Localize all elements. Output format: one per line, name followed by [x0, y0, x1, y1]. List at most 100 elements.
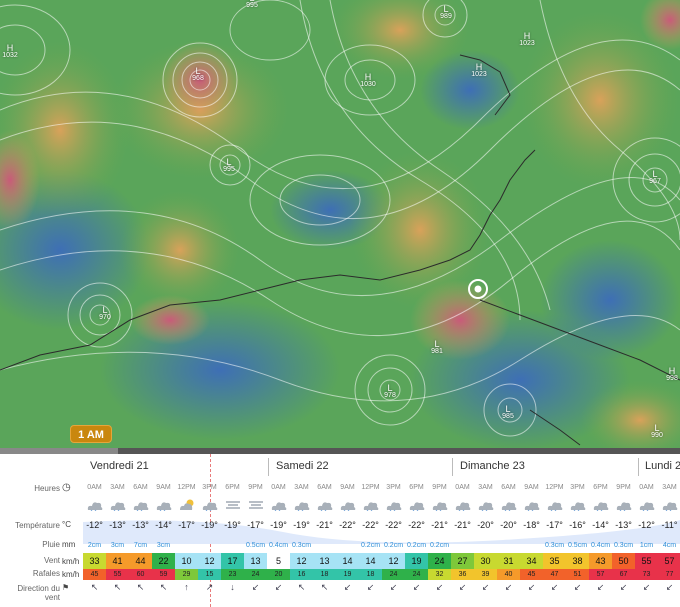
gust-cell: 24 [405, 569, 428, 580]
gusts-label: Rafales [32, 569, 60, 578]
wind-cell: 30 [474, 553, 497, 569]
wind-direction-cell: ↑ [184, 582, 189, 592]
wind-direction-cell: ↖ [90, 582, 99, 592]
temperature-row: -12° -13° -13° -14° -17° -19° -19° -17° -19° -19°… [83, 520, 680, 534]
gust-cell: 67 [612, 569, 635, 580]
wind-direction-cell: ↙ [251, 582, 260, 592]
gusts-unit: km/h [62, 570, 80, 579]
wind-cell: 17 [221, 553, 244, 569]
gust-cell: 23 [221, 569, 244, 580]
cloud-icon [543, 496, 566, 514]
wind-direction-row: ↖ ↖ ↖ ↖ ↑ ↗ ↓ ↙ ↙ ↖ ↖ ↙ ↙ ↙ ↙ ↙ ↙ ↙ ↙ ↙ ↙ ↙ ↙ ↙ ↙ ↙ [83, 582, 680, 596]
wind-direction-cell: ↙ [573, 582, 582, 592]
gust-cell: 15 [198, 569, 221, 580]
temperature-cell: -22° [362, 520, 379, 530]
temperature-cell: -14° [592, 520, 609, 530]
temperature-cell: -13° [132, 520, 149, 530]
pressure-system-label: L 970 [99, 305, 111, 322]
cloud-icon [359, 496, 382, 514]
sun-cloud-icon [175, 496, 198, 514]
wind-cell: 13 [313, 553, 336, 569]
wind-direction-cell: ↖ [159, 582, 168, 592]
cloud-icon [382, 496, 405, 514]
temperature-cell: -22° [408, 520, 425, 530]
cloud-icon [106, 496, 129, 514]
wind-cell: 35 [543, 553, 566, 569]
clock-icon: ◷ [62, 482, 71, 493]
temperature-cell: -21° [431, 520, 448, 530]
gust-cell: 18 [313, 569, 336, 580]
wind-unit: km/h [62, 557, 80, 566]
weather-icons-row [83, 496, 680, 511]
cloud-icon [129, 496, 152, 514]
wind-direction-cell: ↖ [113, 582, 122, 592]
gust-cell: 18 [359, 569, 382, 580]
temperature-unit: °C [62, 520, 71, 529]
gust-cell: 40 [497, 569, 520, 580]
wind-cell: 12 [290, 553, 313, 569]
pressure-system-label: L 990 [651, 423, 663, 440]
pressure-system-label: L 978 [384, 383, 396, 400]
wind-cell: 10 [175, 553, 198, 569]
gust-cell: 45 [83, 569, 106, 580]
temperature-cell: -21° [316, 520, 333, 530]
gust-cell: 45 [520, 569, 543, 580]
gust-cell: 36 [451, 569, 474, 580]
wind-direction-cell: ↙ [665, 582, 674, 592]
wind-cell: 31 [497, 553, 520, 569]
temperature-cell: -22° [385, 520, 402, 530]
wind-cell: 24 [428, 553, 451, 569]
rain-unit: mm [62, 540, 76, 549]
temperature-cell: -13° [615, 520, 632, 530]
wind-cell: 43 [589, 553, 612, 569]
wind-cell: 14 [359, 553, 382, 569]
cloud-icon [497, 496, 520, 514]
wind-cell: 12 [382, 553, 405, 569]
cloud-icon [658, 496, 680, 514]
pressure-system-label: L 985 [502, 404, 514, 421]
gusts-row: 45 55 60 59 29 15 23 24 20 16 18 19 18 24 24 32 36 39 40 45… [83, 569, 680, 583]
gust-cell: 19 [336, 569, 359, 580]
temperature-cell: -16° [569, 520, 586, 530]
temperature-cell: -19° [201, 520, 218, 530]
wind-cell: 33 [83, 553, 106, 569]
gust-cell: 47 [543, 569, 566, 580]
cloud-icon [405, 496, 428, 514]
temperature-cell: -12° [638, 520, 655, 530]
forecast-table: Vendredi 21 Samedi 22 Dimanche 23 Lundi … [0, 454, 680, 607]
wind-direction-cell: ↖ [320, 582, 329, 592]
wind-direction-cell: ↙ [274, 582, 283, 592]
gust-cell: 59 [152, 569, 175, 580]
wind-direction-cell: ↗ [205, 582, 214, 592]
temperature-cell: -20° [500, 520, 517, 530]
rain-label: Pluie [42, 540, 60, 549]
gust-cell: 39 [474, 569, 497, 580]
cloud-icon [451, 496, 474, 514]
gust-cell: 20 [267, 569, 290, 580]
temperature-cell: -19° [270, 520, 287, 530]
wind-direction-cell: ↙ [366, 582, 375, 592]
cloud-icon [474, 496, 497, 514]
wind-direction-cell: ↙ [596, 582, 605, 592]
wind-direction-cell: ↙ [389, 582, 398, 592]
wind-cell: 13 [244, 553, 267, 569]
temperature-cell: -19° [224, 520, 241, 530]
time-badge[interactable]: 1 AM [70, 425, 112, 443]
fog-icon [221, 496, 244, 514]
wind-direction-cell: ↙ [412, 582, 421, 592]
wind-label: Vent [43, 556, 60, 565]
pressure-system-label: H 1023 [471, 62, 487, 79]
cloud-icon [428, 496, 451, 514]
day-separator [638, 458, 639, 476]
pressure-system-label: H 998 [666, 366, 678, 383]
wind-cell: 44 [129, 553, 152, 569]
day-label: Dimanche 23 [460, 460, 525, 472]
gust-cell: 73 [635, 569, 658, 580]
wind-map[interactable]: H1032 L995 L989 H1023 H1023 H1030 L968 L… [0, 0, 680, 450]
temperature-cell: -17° [247, 520, 264, 530]
day-label: Samedi 22 [276, 460, 329, 472]
wind-map-canvas[interactable] [0, 0, 680, 450]
gust-cell: 57 [589, 569, 612, 580]
gust-cell: 24 [382, 569, 405, 580]
pressure-system-label: L 981 [431, 339, 443, 356]
